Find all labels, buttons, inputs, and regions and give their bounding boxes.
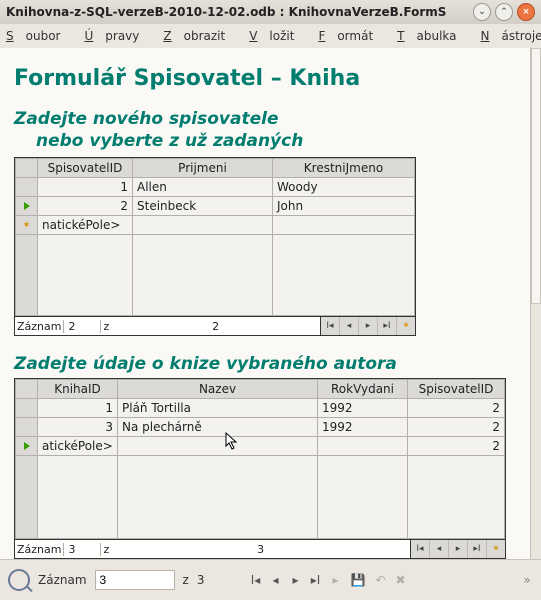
table-row-new[interactable]: ✶ natickéPole> [16,216,415,235]
window-title: Knihovna-z-SQL-verzeB-2010-12-02.odb : K… [6,5,469,19]
menu-nastroje[interactable]: Nástroje [481,29,541,43]
grid2-header-spisovatelid[interactable]: SpisovatelID [408,380,505,399]
menu-tabulka[interactable]: Tabulka [397,29,468,43]
status-undo-icon[interactable]: ↶ [375,573,385,587]
current-row-icon [24,202,30,210]
grid2-navigator: Záznam 3 z 3 I◂ ◂ ▸ ▸I ✶ [15,539,505,558]
nav-total: 3 [111,543,410,556]
nav-next-icon[interactable]: ▸ [358,317,377,335]
nav-label: Záznam [15,320,63,333]
status-delete-icon[interactable]: ✖ [396,573,406,587]
find-icon[interactable] [8,569,30,591]
nav-of: z [101,543,111,556]
close-button[interactable]: × [517,3,535,21]
status-nav-next-icon[interactable]: ▸ [290,573,300,587]
title-bar: Knihovna-z-SQL-verzeB-2010-12-02.odb : K… [0,0,541,24]
status-total: 3 [197,573,205,587]
status-record-input[interactable] [95,570,175,590]
nav-new-icon[interactable]: ✶ [486,540,505,558]
menu-soubor[interactable]: Soubor [6,29,72,43]
menu-vlozit[interactable]: Vložit [249,29,306,43]
table-row[interactable]: 2 Steinbeck John [16,197,415,216]
section1-line2: nebo vyberte z už zadaných [36,131,516,151]
grid-kniha[interactable]: KnihaID Nazev RokVydani SpisovatelID 1 P… [14,378,506,559]
grid1-header-spisovatelid[interactable]: SpisovatelID [38,159,133,178]
status-save-icon[interactable]: 💾 [350,573,365,587]
maximize-button[interactable]: ⌃ [495,3,513,21]
table-row[interactable]: 1 Allen Woody [16,178,415,197]
status-record-label: Záznam [38,573,87,587]
minimize-button[interactable]: ⌄ [473,3,491,21]
current-row-icon [24,442,30,450]
nav-label: Záznam [15,543,63,556]
status-nav-prev-icon[interactable]: ◂ [270,573,280,587]
table-row-new[interactable]: atickéPole> 2 [16,437,505,456]
new-row-icon: ✶ [22,220,30,231]
nav-next-icon[interactable]: ▸ [448,540,467,558]
grid1-header-prijmeni[interactable]: Prijmeni [133,159,273,178]
menu-bar: Soubor Úpravy Zobrazit Vložit Formát Tab… [0,24,541,49]
menu-zobrazit[interactable]: Zobrazit [163,29,237,43]
status-nav-new-icon[interactable]: ▸ [330,573,340,587]
nav-last-icon[interactable]: ▸I [467,540,486,558]
nav-last-icon[interactable]: ▸I [377,317,396,335]
menu-upravy[interactable]: Úpravy [84,29,151,43]
status-of-label: z [183,573,189,587]
grid1-navigator: Záznam 2 z 2 I◂ ◂ ▸ ▸I ✶ [15,316,415,335]
status-nav-last-icon[interactable]: ▸I [310,573,320,587]
page-title: Formulář Spisovatel – Kniha [14,66,516,91]
grid2-header-nazev[interactable]: Nazev [118,380,318,399]
toolbar-overflow-icon[interactable]: » [521,573,533,587]
table-row[interactable]: 1 Pláň Tortilla 1992 2 [16,399,505,418]
nav-first-icon[interactable]: I◂ [321,317,339,335]
nav-total: 2 [111,320,320,333]
status-bar: Záznam z 3 I◂ ◂ ▸ ▸I ▸ 💾 ↶ ✖ » [0,559,541,600]
grid1-header-krestnijmeno[interactable]: KrestniJmeno [273,159,415,178]
grid2-header-knihaid[interactable]: KnihaID [38,380,118,399]
nav-new-icon[interactable]: ✶ [396,317,415,335]
grid-spisovatel[interactable]: SpisovatelID Prijmeni KrestniJmeno 1 All… [14,157,416,336]
menu-format[interactable]: Formát [318,29,385,43]
nav-prev-icon[interactable]: ◂ [339,317,358,335]
status-nav-first-icon[interactable]: I◂ [250,573,260,587]
table-row[interactable]: 3 Na plechárně 1992 2 [16,418,505,437]
nav-prev-icon[interactable]: ◂ [429,540,448,558]
nav-first-icon[interactable]: I◂ [411,540,429,558]
nav-of: z [101,320,111,333]
section1-line1: Zadejte nového spisovatele [14,109,516,129]
form-page: Formulář Spisovatel – Kniha Zadejte nové… [0,48,531,560]
nav-current[interactable]: 2 [63,320,101,333]
vertical-scrollbar[interactable] [531,48,541,560]
section2-line1: Zadejte údaje o knize vybraného autora [14,354,516,374]
nav-current[interactable]: 3 [63,543,101,556]
grid2-header-rokvydani[interactable]: RokVydani [318,380,408,399]
